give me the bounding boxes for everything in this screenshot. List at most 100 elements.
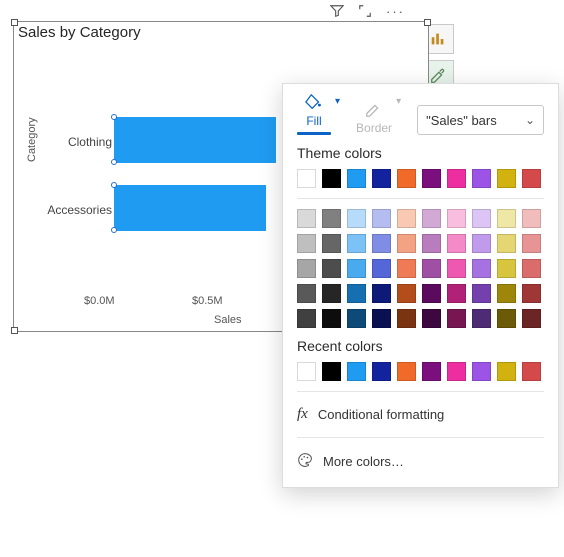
color-swatch[interactable] — [322, 209, 341, 228]
bar-handle[interactable] — [111, 182, 117, 188]
color-swatch[interactable] — [422, 284, 441, 303]
color-swatch[interactable] — [472, 309, 491, 328]
color-swatch[interactable] — [422, 169, 441, 188]
color-swatch[interactable] — [497, 209, 516, 228]
color-swatch[interactable] — [447, 259, 466, 278]
color-swatch[interactable] — [397, 209, 416, 228]
divider — [297, 391, 544, 392]
more-icon[interactable]: ··· — [386, 4, 405, 21]
color-swatch[interactable] — [522, 209, 541, 228]
color-swatch[interactable] — [347, 209, 366, 228]
color-swatch[interactable] — [422, 209, 441, 228]
tab-label: Fill — [306, 114, 321, 128]
color-swatch[interactable] — [297, 234, 316, 253]
bar-handle[interactable] — [111, 159, 117, 165]
tab-border[interactable]: Border — [356, 99, 392, 135]
color-swatch[interactable] — [322, 259, 341, 278]
color-swatch[interactable] — [497, 169, 516, 188]
color-swatch[interactable] — [447, 209, 466, 228]
color-swatch[interactable] — [422, 309, 441, 328]
color-swatch[interactable] — [372, 169, 391, 188]
color-swatch[interactable] — [497, 284, 516, 303]
more-colors[interactable]: More colors… — [297, 448, 544, 475]
color-swatch[interactable] — [472, 362, 491, 381]
link-label: Conditional formatting — [318, 407, 444, 422]
color-swatch[interactable] — [497, 234, 516, 253]
chevron-down-icon[interactable]: ▾ — [335, 96, 340, 107]
color-swatch[interactable] — [297, 309, 316, 328]
color-swatch[interactable] — [497, 309, 516, 328]
color-swatch[interactable] — [347, 362, 366, 381]
color-swatch[interactable] — [347, 259, 366, 278]
fx-icon: fx — [297, 406, 308, 423]
color-swatch[interactable] — [297, 169, 316, 188]
tab-label: Border — [356, 121, 392, 135]
bar-handle[interactable] — [111, 114, 117, 120]
color-swatch[interactable] — [397, 309, 416, 328]
divider — [297, 198, 544, 199]
color-swatch[interactable] — [447, 284, 466, 303]
color-swatch[interactable] — [397, 169, 416, 188]
color-swatch[interactable] — [422, 234, 441, 253]
bar-accessories[interactable] — [114, 185, 266, 231]
color-swatch[interactable] — [397, 259, 416, 278]
color-swatch[interactable] — [447, 234, 466, 253]
color-swatch[interactable] — [472, 169, 491, 188]
resize-handle[interactable] — [424, 19, 431, 26]
series-value: "Sales" bars — [426, 113, 497, 128]
color-swatch[interactable] — [347, 234, 366, 253]
series-selector[interactable]: "Sales" bars ⌄ — [417, 105, 544, 135]
color-swatch[interactable] — [372, 309, 391, 328]
color-swatch[interactable] — [347, 284, 366, 303]
color-swatch[interactable] — [297, 362, 316, 381]
color-swatch[interactable] — [447, 309, 466, 328]
tab-fill[interactable]: Fill — [297, 92, 331, 135]
focus-icon[interactable] — [358, 4, 372, 21]
color-swatch[interactable] — [397, 234, 416, 253]
color-swatch[interactable] — [497, 362, 516, 381]
color-swatch[interactable] — [472, 209, 491, 228]
category-label: Accessories — [42, 203, 112, 217]
link-label: More colors… — [323, 454, 404, 469]
color-swatch[interactable] — [322, 234, 341, 253]
color-swatch[interactable] — [522, 284, 541, 303]
color-swatch[interactable] — [372, 362, 391, 381]
color-swatch[interactable] — [422, 362, 441, 381]
x-tick: $0.0M — [84, 295, 115, 307]
color-swatch[interactable] — [522, 309, 541, 328]
color-swatch[interactable] — [372, 284, 391, 303]
color-swatch[interactable] — [322, 169, 341, 188]
color-swatch[interactable] — [297, 259, 316, 278]
color-swatch[interactable] — [447, 362, 466, 381]
color-swatch[interactable] — [322, 309, 341, 328]
color-swatch[interactable] — [472, 259, 491, 278]
color-swatch[interactable] — [522, 169, 541, 188]
color-swatch[interactable] — [472, 234, 491, 253]
color-swatch[interactable] — [322, 284, 341, 303]
bar-handle[interactable] — [111, 227, 117, 233]
color-swatch[interactable] — [372, 234, 391, 253]
color-swatch[interactable] — [397, 284, 416, 303]
color-swatch[interactable] — [497, 259, 516, 278]
color-swatch[interactable] — [347, 309, 366, 328]
resize-handle[interactable] — [11, 327, 18, 334]
color-swatch[interactable] — [472, 284, 491, 303]
bar-clothing[interactable] — [114, 117, 276, 163]
y-axis-title: Category — [26, 117, 38, 162]
color-swatch[interactable] — [397, 362, 416, 381]
color-swatch[interactable] — [447, 169, 466, 188]
color-swatch[interactable] — [347, 169, 366, 188]
color-swatch[interactable] — [297, 209, 316, 228]
color-swatch[interactable] — [297, 284, 316, 303]
color-swatch[interactable] — [372, 259, 391, 278]
paint-bucket-icon — [303, 92, 325, 112]
color-swatch[interactable] — [522, 259, 541, 278]
conditional-formatting[interactable]: fx Conditional formatting — [297, 402, 544, 427]
color-swatch[interactable] — [322, 362, 341, 381]
color-swatch[interactable] — [522, 362, 541, 381]
color-swatch[interactable] — [522, 234, 541, 253]
resize-handle[interactable] — [11, 19, 18, 26]
color-swatch[interactable] — [422, 259, 441, 278]
color-swatch[interactable] — [372, 209, 391, 228]
filter-icon[interactable] — [330, 4, 344, 21]
